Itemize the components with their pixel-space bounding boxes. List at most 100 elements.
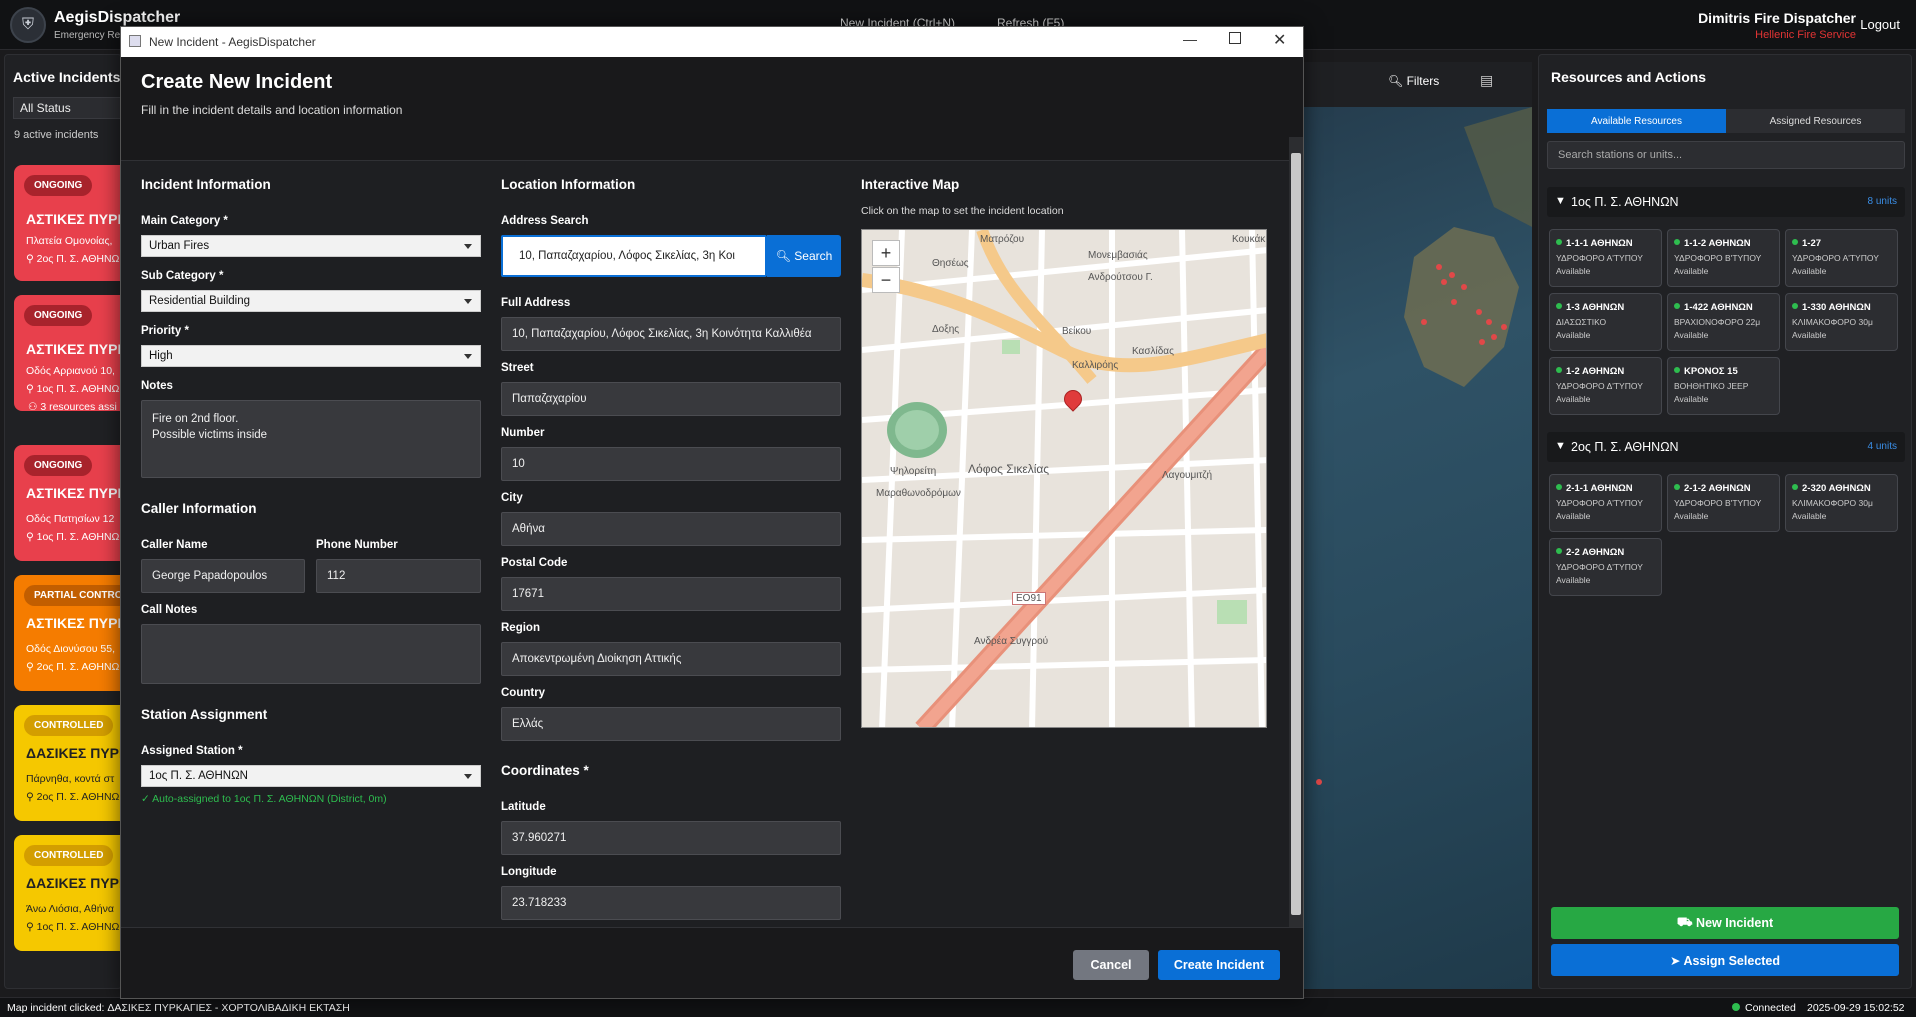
priority-select[interactable]: High [141, 345, 481, 367]
incident-address: Οδός Πατησίων 12 [26, 513, 115, 525]
location-map[interactable]: Ματρόζου Μονεμβασιάς Ανδρούτσου Γ. Κουκά… [861, 229, 1267, 728]
minimize-icon[interactable]: — [1183, 31, 1197, 47]
unit-card[interactable]: 1-422 ΑΘΗΝΩΝ ΒΡΑΧΙΟΝΟΦΟΡΟ 22μ Available [1667, 293, 1780, 351]
city-label: City [501, 492, 523, 504]
unit-card[interactable]: 1-3 ΑΘΗΝΩΝ ΔΙΑΣΩΣΤΙΚΟ Available [1549, 293, 1662, 351]
unit-card[interactable]: 1-330 ΑΘΗΝΩΝ ΚΛΙΜΑΚΟΦΟΡΟ 30μ Available [1785, 293, 1898, 351]
notes-label: Notes [141, 380, 173, 392]
address-search-label: Address Search [501, 215, 589, 227]
chevron-down-icon [464, 299, 472, 304]
new-incident-button[interactable]: ⛟ New Incident [1551, 907, 1899, 939]
resource-search-input[interactable]: Search stations or units... [1547, 141, 1905, 169]
incident-card[interactable]: PARTIAL CONTROL ΑΣΤΙΚΕΣ ΠΥΡΚΑ Οδός Διονύ… [14, 575, 121, 691]
status-badge: ONGOING [24, 175, 93, 196]
incident-card[interactable]: ONGOING ΑΣΤΙΚΕΣ ΠΥΡΚΑ Πλατεία Ομονοίας, … [14, 165, 121, 281]
incident-card[interactable]: ONGOING ΑΣΤΙΚΕΣ ΠΥΡΚΑ Οδός Πατησίων 12 ⚲… [14, 445, 122, 561]
incident-title: ΑΣΤΙΚΕΣ ΠΥΡΚΑ [26, 615, 121, 631]
country-input[interactable]: Ελλάς [501, 707, 841, 741]
zoom-out-button[interactable]: − [872, 267, 900, 293]
incident-card[interactable]: CONTROLLED ΔΑΣΙΚΕΣ ΠΥΡΚ Πάρνηθα, κοντά σ… [14, 705, 122, 821]
app-name: AegisDispatcher [54, 9, 181, 26]
incident-station: ⚲ 1ος Π. Σ. ΑΘΗΝΩΝ [26, 383, 122, 395]
scrollbar-thumb[interactable] [1291, 153, 1301, 915]
map-label: Θησέως [932, 258, 969, 269]
priority-label: Priority * [141, 325, 189, 337]
unit-card[interactable]: ΚΡΟΝΟΣ 15 ΒΟΗΘΗΤΙΚΟ JEEP Available [1667, 357, 1780, 415]
street-label: Street [501, 362, 534, 374]
postal-code-input[interactable]: 17671 [501, 577, 841, 611]
tab-available-resources[interactable]: Available Resources [1547, 109, 1726, 133]
filters-button[interactable]: 🔍︎ Filters [1388, 74, 1439, 88]
map-layers-icon[interactable]: ▤ [1480, 72, 1493, 89]
city-input[interactable]: Αθήνα [501, 512, 841, 546]
chevron-down-icon: ▼ [1555, 195, 1566, 207]
incident-card[interactable]: CONTROLLED ΔΑΣΙΚΕΣ ΠΥΡΚ Άνω Λιόσια, Αθήν… [14, 835, 121, 951]
new-incident-dialog: New Incident - AegisDispatcher — ✕ Creat… [120, 26, 1304, 999]
unit-card[interactable]: 1-1-1 ΑΘΗΝΩΝ ΥΔΡΟΦΟΡΟ Α'ΤΥΠΟΥ Available [1549, 229, 1662, 287]
map-label: Κουκάκ [1232, 234, 1266, 245]
main-category-select[interactable]: Urban Fires [141, 235, 481, 257]
assign-selected-button[interactable]: ➤ Assign Selected [1551, 944, 1899, 976]
create-incident-button[interactable]: Create Incident [1158, 950, 1280, 980]
coordinates-heading: Coordinates * [501, 763, 589, 778]
chevron-down-icon [464, 244, 472, 249]
phone-number-input[interactable]: 112 [316, 559, 481, 593]
dialog-scrollbar[interactable] [1289, 137, 1303, 931]
map-hint: Click on the map to set the incident loc… [861, 205, 1064, 217]
incident-station: ⚲ 1ος Π. Σ. ΑΘΗΝΩΝ [26, 531, 122, 543]
caller-name-label: Caller Name [141, 539, 208, 551]
caller-name-input[interactable]: George Papadopoulos [141, 559, 305, 593]
incident-title: ΑΣΤΙΚΕΣ ΠΥΡΚΑ [26, 485, 121, 501]
unit-card[interactable]: 2-1-1 ΑΘΗΝΩΝ ΥΔΡΟΦΟΡΟ Α'ΤΥΠΟΥ Available [1549, 474, 1662, 532]
zoom-in-button[interactable]: + [872, 240, 900, 266]
map-label: ΕΟ91 [1012, 592, 1046, 605]
map-label: Μαραθωνοδρόμων [876, 488, 961, 499]
close-icon[interactable]: ✕ [1273, 30, 1286, 50]
incident-info-heading: Incident Information [141, 177, 271, 192]
number-input[interactable]: 10 [501, 447, 841, 481]
unit-card[interactable]: 2-1-2 ΑΘΗΝΩΝ ΥΔΡΟΦΟΡΟ Β'ΤΥΠΟΥ Available [1667, 474, 1780, 532]
map-label: Ματρόζου [980, 234, 1025, 245]
dialog-header: Create New Incident Fill in the incident… [121, 57, 1303, 161]
logout-button[interactable]: Logout [1860, 17, 1900, 32]
street-input[interactable]: Παπαζαχαρίου [501, 382, 841, 416]
unit-card[interactable]: 1-2 ΑΘΗΝΩΝ ΥΔΡΟΦΟΡΟ Δ'ΤΥΠΟΥ Available [1549, 357, 1662, 415]
unit-card[interactable]: 2-320 ΑΘΗΝΩΝ ΚΛΙΜΑΚΟΦΟΡΟ 30μ Available [1785, 474, 1898, 532]
unit-card[interactable]: 2-2 ΑΘΗΝΩΝ ΥΔΡΟΦΟΡΟ Δ'ΤΥΠΟΥ Available [1549, 538, 1662, 596]
unit-card[interactable]: 1-1-2 ΑΘΗΝΩΝ ΥΔΡΟΦΟΡΟ Β'ΤΥΠΟΥ Available [1667, 229, 1780, 287]
map-label: Ανδρούτσου Γ. [1088, 272, 1153, 283]
incident-map[interactable] [1304, 107, 1532, 989]
assigned-station-select[interactable]: 1ος Π. Σ. ΑΘΗΝΩΝ [141, 765, 481, 787]
unit-card[interactable]: 1-27 ΥΔΡΟΦΟΡΟ Α'ΤΥΠΟΥ Available [1785, 229, 1898, 287]
region-input[interactable]: Αποκεντρωμένη Διοίκηση Αττικής [501, 642, 841, 676]
cancel-button[interactable]: Cancel [1073, 950, 1149, 980]
incident-title: ΑΣΤΙΚΕΣ ΠΥΡΚΑ [26, 211, 121, 227]
full-address-input[interactable]: 10, Παπαζαχαρίου, Λόφος Σικελίας, 3η Κοι… [501, 317, 841, 351]
map-toolbar: 🔍︎ Filters ▤ [1304, 62, 1532, 107]
connection-status: Connected [1732, 1002, 1796, 1014]
latitude-input[interactable]: 37.960271 [501, 821, 841, 855]
notes-textarea[interactable]: Fire on 2nd floor. Possible victims insid… [141, 400, 481, 478]
incident-card[interactable]: ONGOING ΑΣΤΙΚΕΣ ΠΥΡΚΑ Οδός Αρριανού 10, … [14, 295, 122, 413]
incident-title: ΔΑΣΙΚΕΣ ΠΥΡΚ [26, 745, 122, 761]
dialog-footer: Cancel Create Incident [121, 927, 1303, 998]
connected-dot-icon [1732, 1003, 1740, 1011]
call-notes-textarea[interactable] [141, 624, 481, 684]
station-group-header[interactable]: ▼ 2ος Π. Σ. ΑΘΗΝΩΝ 4 units [1547, 432, 1905, 462]
panel-title: Resources and Actions [1551, 69, 1707, 85]
station-group-header[interactable]: ▼ 1ος Π. Σ. ΑΘΗΝΩΝ 8 units [1547, 187, 1905, 217]
longitude-label: Longitude [501, 866, 557, 878]
tab-assigned-resources[interactable]: Assigned Resources [1726, 109, 1905, 133]
active-incidents-panel: Active Incidents All Status 9 active inc… [4, 54, 122, 989]
maximize-icon[interactable] [1229, 32, 1241, 44]
location-info-heading: Location Information [501, 177, 636, 192]
status-badge: PARTIAL CONTROL [24, 585, 121, 606]
sub-category-select[interactable]: Residential Building [141, 290, 481, 312]
status-filter-select[interactable]: All Status [13, 97, 121, 119]
chevron-down-icon [464, 354, 472, 359]
address-search-button[interactable]: 🔍︎ Search [767, 235, 841, 277]
address-search-input[interactable]: 10, Παπαζαχαρίου, Λόφος Σικελίας, 3η Κοι [501, 235, 767, 277]
sub-category-label: Sub Category * [141, 270, 224, 282]
status-badge: CONTROLLED [24, 845, 114, 866]
longitude-input[interactable]: 23.718233 [501, 886, 841, 920]
